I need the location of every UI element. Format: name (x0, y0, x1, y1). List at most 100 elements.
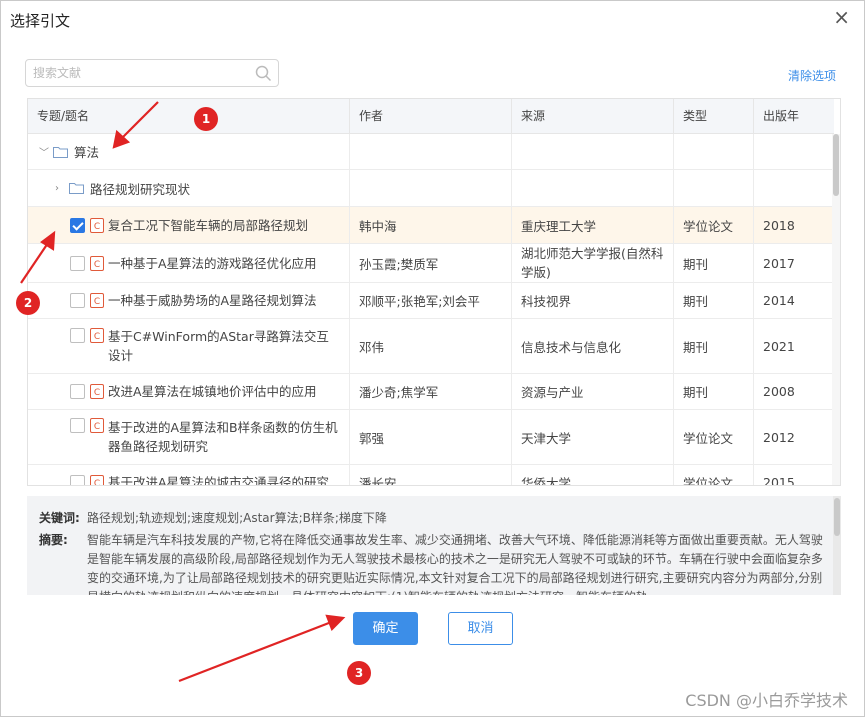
table-row[interactable]: C 改进A星算法在城镇地价评估中的应用 潘少奇;焦学军 资源与产业 期刊 200… (28, 374, 834, 410)
paper-type: 学位论文 (674, 410, 754, 464)
paper-author: 孙玉霞;樊质军 (350, 244, 512, 282)
paper-type: 期刊 (674, 244, 754, 282)
document-icon: C (90, 255, 104, 271)
paper-title: 一种基于A星算法的游戏路径优化应用 (108, 255, 317, 271)
table-row[interactable]: C 复合工况下智能车辆的局部路径规划 韩中海 重庆理工大学 学位论文 2018 (28, 207, 834, 244)
keywords-label: 关键词: (39, 511, 80, 525)
chevron-down-icon[interactable]: ﹀ (39, 144, 53, 159)
row-checkbox[interactable] (70, 255, 85, 271)
paper-author: 郭强 (350, 410, 512, 464)
cancel-button[interactable]: 取消 (448, 612, 513, 645)
column-header-source[interactable]: 来源 (512, 99, 674, 134)
paper-type: 期刊 (674, 319, 754, 373)
chevron-right-icon[interactable]: › (55, 183, 69, 194)
paper-source: 湖北师范大学学报(自然科学版) (512, 244, 674, 282)
folder-label: 路径规划研究现状 (90, 181, 191, 197)
table-row[interactable]: C 基于改进的A星算法和B样条函数的仿生机器鱼路径规划研究 郭强 天津大学 学位… (28, 410, 834, 465)
table-row[interactable]: C 一种基于A星算法的游戏路径优化应用 孙玉霞;樊质军 湖北师范大学学报(自然科… (28, 244, 834, 283)
paper-title: 复合工况下智能车辆的局部路径规划 (108, 217, 309, 233)
paper-author: 潘长安 (350, 465, 512, 485)
abstract-text: 智能车辆是汽车科技发展的产物,它将在降低交通事故发生率、减少交通拥堵、改善大气环… (87, 533, 823, 595)
table-scrollbar[interactable] (832, 134, 840, 485)
paper-year: 2018 (763, 217, 795, 233)
annotation-marker-3: 3 (347, 661, 371, 685)
paper-year: 2017 (763, 255, 795, 271)
svg-text:C: C (94, 388, 100, 398)
column-header-type[interactable]: 类型 (674, 99, 754, 134)
column-header-title[interactable]: 专题/题名 (28, 99, 350, 134)
detail-scroll-thumb[interactable] (834, 498, 840, 536)
table-row[interactable]: C 一种基于威胁势场的A星路径规划算法 邓顺平;张艳军;刘会平 科技视界 期刊 … (28, 283, 834, 319)
row-checkbox[interactable] (70, 293, 85, 308)
table-scroll-thumb[interactable] (833, 134, 839, 196)
paper-year: 2015 (763, 475, 795, 486)
svg-text:C: C (94, 422, 100, 432)
column-header-author[interactable]: 作者 (350, 99, 512, 134)
table-row[interactable]: C 基于C#WinForm的AStar寻路算法交互设计 邓伟 信息技术与信息化 … (28, 319, 834, 374)
document-icon: C (90, 217, 104, 233)
paper-source: 重庆理工大学 (512, 207, 674, 243)
svg-text:C: C (94, 479, 100, 486)
table-row[interactable]: C 基于改进A星算法的城市交通寻径的研究 潘长安 华侨大学 学位论文 2015 (28, 465, 834, 486)
paper-type: 学位论文 (674, 465, 754, 485)
paper-type: 学位论文 (674, 207, 754, 243)
svg-text:C: C (94, 222, 100, 232)
paper-author: 潘少奇;焦学军 (350, 374, 512, 409)
row-checkbox[interactable] (70, 217, 85, 233)
folder-icon (69, 183, 84, 194)
folder-label: 算法 (74, 145, 100, 160)
select-citation-dialog: 选择引文 × 清除选项 专题/题名 作者 来源 类型 出版年 ﹀ 算法 (0, 0, 865, 717)
row-checkbox[interactable] (70, 384, 85, 399)
svg-text:C: C (94, 332, 100, 342)
column-header-year[interactable]: 出版年 (754, 99, 834, 134)
row-checkbox[interactable] (70, 475, 85, 485)
close-icon[interactable]: × (833, 6, 850, 28)
paper-title: 基于改进的A星算法和B样条函数的仿生机器鱼路径规划研究 (108, 420, 338, 454)
paper-source: 天津大学 (512, 410, 674, 464)
svg-text:C: C (94, 297, 100, 307)
row-checkbox[interactable] (70, 418, 85, 433)
paper-type: 期刊 (674, 374, 754, 409)
document-icon: C (90, 328, 104, 343)
paper-title: 一种基于威胁势场的A星路径规划算法 (108, 293, 317, 308)
keywords-text: 路径规划;轨迹规划;速度规划;Astar算法;B样条;梯度下降 (87, 511, 387, 525)
paper-author: 邓顺平;张艳军;刘会平 (350, 283, 512, 318)
document-icon: C (90, 418, 104, 433)
table-header: 专题/题名 作者 来源 类型 出版年 (28, 99, 834, 134)
folder-row-algorithm[interactable]: ﹀ 算法 (28, 134, 834, 170)
folder-row-path-planning[interactable]: › 路径规划研究现状 (28, 170, 834, 207)
paper-year: 2014 (763, 293, 795, 308)
detail-scrollbar[interactable] (833, 496, 841, 595)
search-icon[interactable] (255, 65, 272, 82)
document-icon: C (90, 293, 104, 308)
search-input[interactable] (26, 60, 246, 86)
paper-year: 2008 (763, 384, 795, 399)
citation-table: 专题/题名 作者 来源 类型 出版年 ﹀ 算法 › 路径规划研究现状 C 复合工… (27, 98, 841, 486)
folder-icon (53, 146, 68, 158)
paper-year: 2012 (763, 429, 795, 445)
paper-source: 华侨大学 (512, 465, 674, 485)
paper-source: 科技视界 (512, 283, 674, 318)
paper-title: 改进A星算法在城镇地价评估中的应用 (108, 384, 317, 399)
document-icon: C (90, 475, 104, 486)
paper-source: 资源与产业 (512, 374, 674, 409)
annotation-marker-1: 1 (194, 107, 218, 131)
paper-author: 韩中海 (350, 207, 512, 243)
annotation-marker-2: 2 (16, 291, 40, 315)
abstract-label: 摘要: (39, 533, 68, 547)
paper-source: 信息技术与信息化 (512, 319, 674, 373)
watermark: CSDN @小白乔学技术 (685, 691, 848, 710)
paper-year: 2021 (763, 338, 795, 354)
paper-type: 期刊 (674, 283, 754, 318)
dialog-title: 选择引文 (10, 12, 71, 30)
paper-author: 邓伟 (350, 319, 512, 373)
paper-title: 基于C#WinForm的AStar寻路算法交互设计 (108, 329, 329, 363)
paper-title: 基于改进A星算法的城市交通寻径的研究 (108, 475, 330, 486)
row-checkbox[interactable] (70, 328, 85, 343)
svg-text:C: C (94, 260, 100, 270)
search-box (25, 59, 279, 87)
clear-selection-link[interactable]: 清除选项 (788, 67, 836, 84)
citation-detail-panel: 关键词: 路径规划;轨迹规划;速度规划;Astar算法;B样条;梯度下降 摘要:… (27, 496, 841, 595)
document-icon: C (90, 384, 104, 399)
confirm-button[interactable]: 确定 (353, 612, 418, 645)
